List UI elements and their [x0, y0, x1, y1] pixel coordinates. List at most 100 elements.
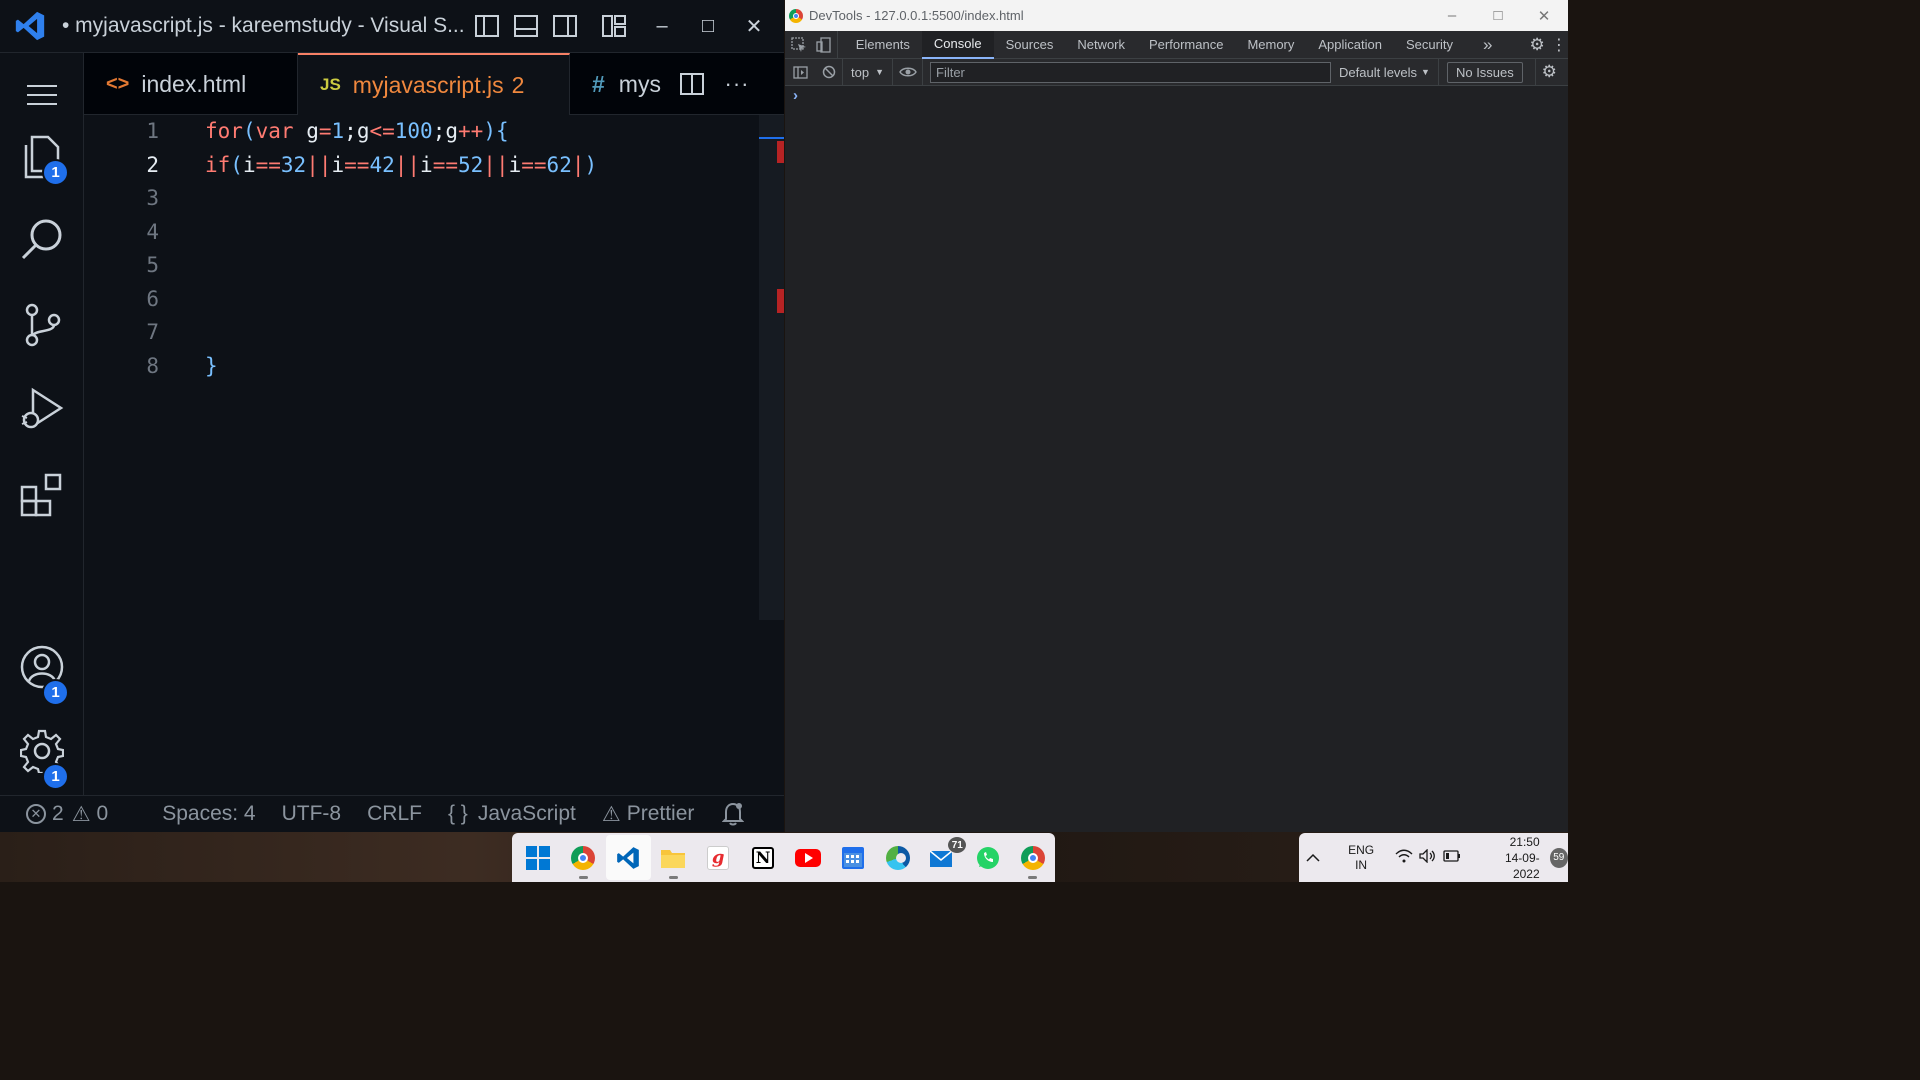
devtools-panel-tabs: Elements Console Sources Network Perform… — [785, 30, 1568, 59]
line-number: 6 — [146, 287, 159, 311]
line-number: 8 — [146, 354, 159, 378]
tab-sources[interactable]: Sources — [994, 31, 1066, 59]
tab-security[interactable]: Security — [1394, 31, 1465, 59]
extensions-icon[interactable] — [0, 453, 84, 537]
tab-performance[interactable]: Performance — [1137, 31, 1235, 59]
toggle-primary-sidebar-icon[interactable] — [467, 0, 506, 53]
notifications-bell-icon[interactable] — [722, 802, 745, 826]
line-number: 3 — [146, 186, 159, 210]
toggle-secondary-sidebar-icon[interactable] — [545, 0, 584, 53]
calendar-icon[interactable] — [830, 835, 875, 880]
show-sidebar-icon[interactable] — [785, 59, 815, 86]
tab-index-html[interactable]: <> index.html — [84, 53, 298, 115]
notification-count-badge[interactable]: 59 — [1549, 847, 1568, 868]
line-number: 4 — [146, 220, 159, 244]
css-file-icon: # — [592, 70, 605, 97]
explorer-icon[interactable]: 1 — [0, 115, 84, 199]
log-levels-dropdown[interactable]: Default levels ▼ — [1339, 58, 1439, 86]
gaana-g-icon[interactable]: g — [696, 835, 741, 880]
line-number: 5 — [146, 253, 159, 277]
code-line-8: } — [205, 354, 218, 378]
devtools-window: DevTools - 127.0.0.1:5500/index.html – □… — [785, 0, 1568, 832]
chrome-taskbar-icon[interactable] — [561, 835, 606, 880]
code-editor[interactable]: 1 2 3 4 5 6 7 8 for(var g=1;g<=100;g++){… — [84, 115, 784, 795]
clock[interactable]: 21:50 14-09-2022 — [1483, 834, 1540, 882]
more-tabs-icon[interactable]: » — [1471, 31, 1504, 59]
maximize-button[interactable]: □ — [1475, 0, 1521, 31]
chrome-icon — [789, 8, 803, 23]
settings-gear-icon[interactable]: ⚙ — [1524, 31, 1549, 59]
tab-myjavascript-js[interactable]: JS myjavascript.js 2 — [298, 53, 570, 115]
context-selector[interactable]: top ▼ — [843, 58, 893, 86]
customize-layout-icon[interactable] — [594, 0, 633, 53]
source-control-icon[interactable] — [0, 283, 84, 367]
show-hidden-icons-chevron-icon[interactable] — [1301, 853, 1325, 862]
device-toolbar-icon[interactable] — [812, 30, 838, 59]
clock-date: 14-09-2022 — [1504, 850, 1540, 881]
tab-elements[interactable]: Elements — [844, 31, 922, 59]
editor-scrollbar[interactable] — [759, 115, 784, 620]
eol-status[interactable]: CRLF — [367, 802, 422, 826]
tab-console[interactable]: Console — [921, 30, 994, 59]
console-settings-gear-icon[interactable]: ⚙ — [1534, 58, 1563, 86]
tab-mystyle-css[interactable]: # mys — [570, 53, 670, 115]
whatsapp-icon[interactable] — [965, 835, 1010, 880]
indentation-status[interactable]: Spaces: 4 — [162, 802, 255, 826]
status-bar: ✕ 2 ⚠ 0 Spaces: 4 UTF-8 CRLF { } JavaScr… — [0, 795, 784, 832]
accounts-icon[interactable]: 1 — [0, 625, 84, 709]
edge-browser-icon[interactable] — [875, 835, 920, 880]
settings-gear-icon[interactable]: 1 — [0, 709, 84, 793]
tab-label: index.html — [141, 70, 247, 97]
youtube-icon[interactable] — [786, 835, 831, 880]
maximize-button[interactable]: □ — [685, 0, 731, 53]
devtools-titlebar: DevTools - 127.0.0.1:5500/index.html – □… — [785, 0, 1568, 31]
issues-label: No Issues — [1455, 64, 1514, 80]
problems-status[interactable]: ✕ 2 ⚠ 0 — [26, 802, 108, 827]
prettier-status[interactable]: ⚠ Prettier — [602, 802, 695, 827]
error-marker — [777, 141, 784, 163]
warning-triangle-icon: ⚠ — [601, 802, 621, 826]
mail-icon[interactable]: 71 — [920, 835, 968, 880]
wifi-icon[interactable] — [1395, 849, 1413, 866]
minimize-button[interactable]: – — [639, 0, 685, 53]
console-filter-input[interactable]: Filter — [930, 61, 1331, 83]
chrome-taskbar-icon-2[interactable] — [1010, 835, 1055, 880]
prettier-label: Prettier — [626, 802, 695, 825]
tab-problem-count: 2 — [511, 71, 525, 98]
code-line-2: if(i==32||i==42||i==52||i==62|) — [205, 153, 598, 177]
minimize-button[interactable]: – — [1429, 0, 1475, 31]
console-output[interactable]: › — [785, 86, 1568, 832]
dropdown-arrow-icon: ▼ — [875, 67, 884, 77]
code-line-1: for(var g=1;g<=100;g++){ — [205, 119, 509, 143]
line-number: 2 — [146, 153, 159, 177]
tab-application[interactable]: Application — [1306, 31, 1394, 59]
language-status[interactable]: { } JavaScript — [448, 802, 576, 826]
live-expression-eye-icon[interactable] — [893, 58, 923, 86]
battery-icon[interactable] — [1443, 850, 1461, 865]
tab-memory[interactable]: Memory — [1235, 31, 1306, 59]
language-indicator[interactable]: ENG IN — [1341, 843, 1381, 873]
issues-button[interactable]: No Issues — [1446, 61, 1523, 83]
volume-icon[interactable] — [1419, 848, 1437, 866]
tab-label: mys — [618, 70, 661, 97]
notion-n-icon[interactable]: N — [741, 835, 786, 880]
kebab-menu-icon[interactable]: ⋮ — [1550, 31, 1568, 59]
inspect-element-icon[interactable] — [785, 31, 812, 59]
tab-network[interactable]: Network — [1065, 31, 1137, 59]
split-editor-icon[interactable] — [670, 53, 714, 115]
vscode-logo-icon[interactable] — [0, 0, 60, 53]
clear-console-icon[interactable] — [815, 58, 843, 86]
search-icon[interactable] — [0, 197, 84, 281]
toggle-panel-icon[interactable] — [506, 0, 545, 53]
file-explorer-folder-icon[interactable] — [651, 835, 696, 880]
close-button[interactable]: ✕ — [1521, 0, 1567, 31]
more-actions-icon[interactable]: ··· — [714, 53, 760, 115]
start-windows-icon[interactable] — [516, 835, 561, 880]
encoding-status[interactable]: UTF-8 — [282, 802, 342, 826]
vscode-taskbar-icon[interactable] — [605, 835, 651, 880]
warning-icon: ⚠ — [71, 802, 91, 826]
levels-label: Default levels — [1339, 64, 1418, 80]
run-debug-icon[interactable] — [0, 367, 84, 451]
close-button[interactable]: ✕ — [731, 0, 777, 53]
line-number: 1 — [146, 119, 159, 143]
